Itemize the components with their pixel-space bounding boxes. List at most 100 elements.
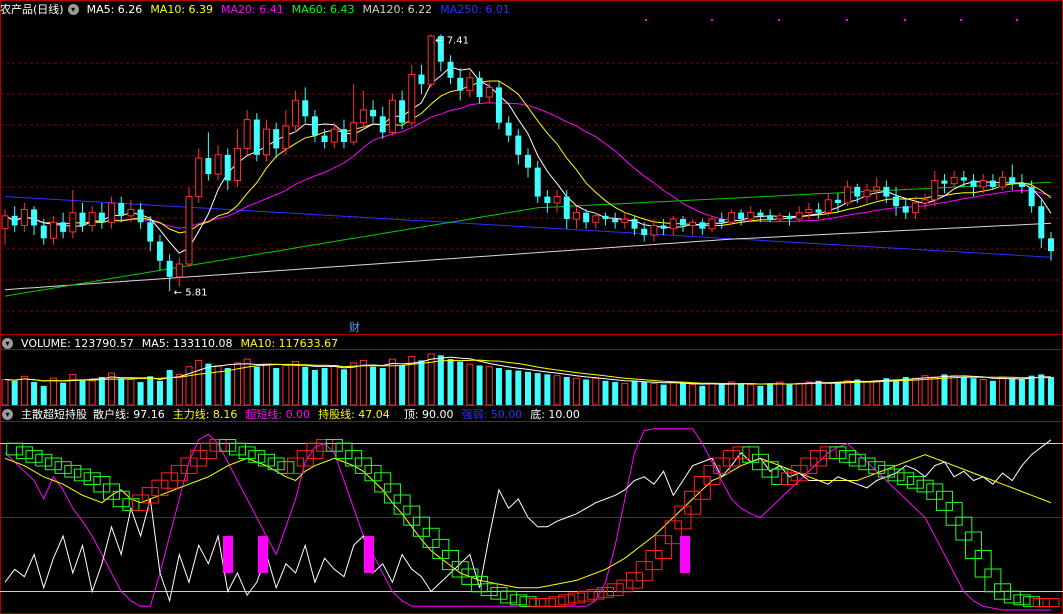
candle-body (292, 99, 300, 127)
volume-bar (137, 382, 144, 405)
hold-line-box (6, 442, 24, 456)
chart-grid (0, 0, 1063, 614)
hold-line-box (15, 446, 33, 460)
event-marker (960, 19, 962, 21)
candle-body (553, 196, 561, 204)
volume-bar (824, 382, 832, 406)
volume-bar (669, 381, 677, 406)
hold-line-box (635, 561, 653, 582)
price-header: 农产品(日线) ▾ MA5: 6.26 MA10: 6.39 MA20: 6.4… (0, 1, 518, 17)
indicator-panel (0, 428, 1063, 611)
volume-bar (621, 382, 629, 406)
hold-line-box (277, 461, 295, 474)
volume-bar (485, 366, 493, 406)
hold-line-box (480, 583, 498, 596)
candle-body (863, 189, 871, 198)
candle-body (418, 74, 425, 85)
hold-line-box (64, 464, 82, 478)
dropdown-icon[interactable]: ▾ (2, 408, 13, 420)
candle-body (321, 135, 328, 142)
candle-body (1, 215, 9, 230)
indicator-header: ▾ 主散超短持股 散户线: 97.16 主力线: 8.16 超短线: 0.00 … (0, 406, 588, 422)
volume-bar (88, 380, 96, 406)
candle-body (427, 35, 435, 85)
volume-bar (127, 379, 135, 406)
volume-bar (205, 363, 212, 405)
volume-bar (340, 369, 347, 405)
volume-bar (612, 382, 619, 405)
hold-line-box (1003, 590, 1021, 604)
volume-bar (893, 379, 900, 405)
candle-body (921, 199, 929, 204)
volume-bar (931, 376, 939, 406)
volume-bar (147, 376, 154, 405)
top-label: 顶: 90.00 (403, 408, 454, 421)
candle-body (175, 263, 183, 278)
volume-bar (224, 368, 231, 405)
event-marker (778, 19, 780, 21)
volume-bar (457, 361, 464, 405)
hold-line-box (935, 490, 953, 511)
candle-body (960, 177, 967, 181)
hold-line-box (83, 472, 101, 485)
candle-body (563, 196, 570, 220)
main-line-label: 主力线: 8.16 (172, 408, 238, 421)
hold-line-box (848, 453, 866, 467)
candle-body (669, 218, 677, 230)
hold-line-box (73, 468, 91, 482)
volume-bar (175, 373, 183, 406)
volume-bar (1018, 379, 1025, 405)
hold-line-box (374, 472, 392, 493)
volume-bar (1, 379, 9, 406)
candle-body (824, 199, 832, 214)
candle-body (330, 128, 338, 143)
hold-line-box (965, 531, 983, 559)
hold-line-box (490, 587, 508, 600)
candle-body (127, 208, 135, 217)
candle-body (902, 206, 909, 213)
candle-body (999, 176, 1007, 188)
event-marker (645, 19, 647, 21)
candle-body (253, 119, 260, 155)
candle-body (795, 212, 803, 220)
volume-bar (883, 378, 890, 405)
volume-bar (641, 382, 648, 405)
volume-bar (544, 374, 551, 405)
volume-bar (437, 355, 444, 405)
ma10-label: MA10: 6.39 (150, 2, 214, 16)
volume-bar (950, 375, 958, 406)
hold-line-box (916, 479, 934, 493)
candle-body (1009, 177, 1016, 184)
hold-line-box (500, 590, 518, 604)
hold-line-box (383, 483, 401, 504)
volume-bar (970, 378, 977, 405)
candle-body (1047, 238, 1055, 252)
ma250-label: MA250: 6.01 (440, 2, 510, 16)
candle-body (49, 221, 57, 239)
volume-bar (1038, 374, 1045, 405)
event-marker (711, 19, 713, 21)
volume-bar (321, 368, 328, 405)
candle-body (689, 221, 697, 226)
low-price-label: ← 5.81 (174, 287, 208, 298)
volume-bar (583, 379, 590, 405)
hold-line-box (412, 516, 430, 537)
hold-line-box (219, 439, 237, 452)
hold-line-box (684, 490, 702, 515)
candle-body (262, 128, 271, 156)
candle-body (302, 100, 309, 117)
hold-line-box (1042, 598, 1060, 608)
dropdown-icon[interactable]: ▾ (67, 3, 79, 15)
volume-bar (718, 384, 725, 405)
volume-bar (572, 377, 580, 406)
hold-line-box (945, 501, 963, 526)
volume-bar (786, 384, 793, 405)
dropdown-icon[interactable]: ▾ (2, 337, 13, 349)
price-panel: ← 7.41 ← 5.81 财 (1, 34, 1055, 334)
hold-line-box (955, 516, 973, 541)
candle-body (476, 77, 483, 98)
volume-bar (854, 379, 861, 405)
stock-title: 农产品(日线) (0, 3, 64, 16)
stock-chart-canvas[interactable]: ← 7.41 ← 5.81 财 (0, 0, 1063, 614)
volume-bar (379, 368, 386, 405)
